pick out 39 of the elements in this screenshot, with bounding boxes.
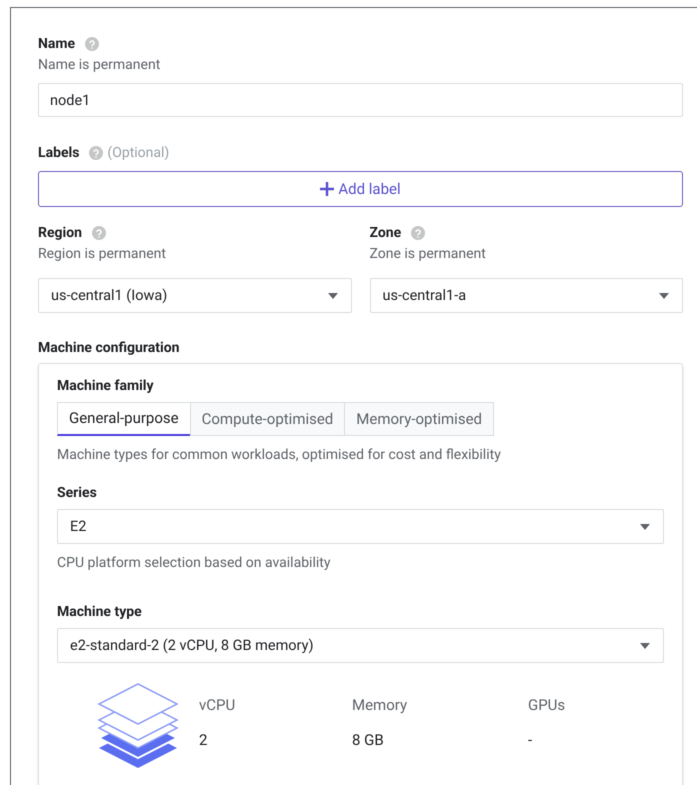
spec-value: 2 <box>199 730 208 750</box>
help-icon[interactable] <box>85 37 100 51</box>
field-label: Series <box>57 484 97 502</box>
field-label: Machine configuration <box>38 338 180 358</box>
dropdown-caret-icon <box>639 642 651 648</box>
stacked-layers-icon <box>97 682 179 768</box>
field-label: Region <box>38 224 82 242</box>
add-label-button[interactable]: Add label <box>38 171 683 207</box>
family-tab[interactable]: General-purpose <box>57 402 191 436</box>
spec-value: 8 GB <box>352 730 385 750</box>
field-label: Labels <box>38 144 80 162</box>
spec-value: - <box>528 730 534 750</box>
field-label: Machine type <box>57 602 142 622</box>
family-tab[interactable]: Compute-optimised <box>190 402 346 436</box>
help-icon[interactable] <box>92 226 106 240</box>
optional-note: (Optional) <box>107 144 170 162</box>
spec-label: GPUs <box>528 695 566 716</box>
name-input[interactable]: node1 <box>38 83 683 117</box>
select-field[interactable]: us-central1-a <box>370 278 683 313</box>
field-hint: CPU platform selection based on availability <box>57 554 332 573</box>
plus-icon <box>320 182 334 196</box>
help-icon[interactable] <box>411 226 426 240</box>
spec-label: Memory <box>352 695 408 716</box>
help-icon[interactable] <box>89 146 104 160</box>
dropdown-caret-icon <box>639 524 651 530</box>
field-hint: Name is permanent <box>38 56 162 75</box>
field-hint: Region is permanent <box>38 245 167 264</box>
family-tab[interactable]: Memory-optimised <box>344 402 494 436</box>
select-field[interactable]: E2 <box>57 509 664 544</box>
field-label: Machine family <box>57 376 154 396</box>
spec-label: vCPU <box>199 695 236 716</box>
dropdown-caret-icon <box>326 292 338 298</box>
field-label: Zone <box>370 224 402 242</box>
field-hint: Zone is permanent <box>370 245 487 264</box>
dropdown-caret-icon <box>658 292 670 298</box>
select-field[interactable]: us-central1 (Iowa) <box>38 278 352 313</box>
field-label: Name <box>38 34 76 54</box>
select-field[interactable]: e2-standard-2 (2 vCPU, 8 GB memory) <box>57 628 664 663</box>
field-hint: Machine types for common workloads, optimised for cost and flexibility <box>57 446 502 465</box>
